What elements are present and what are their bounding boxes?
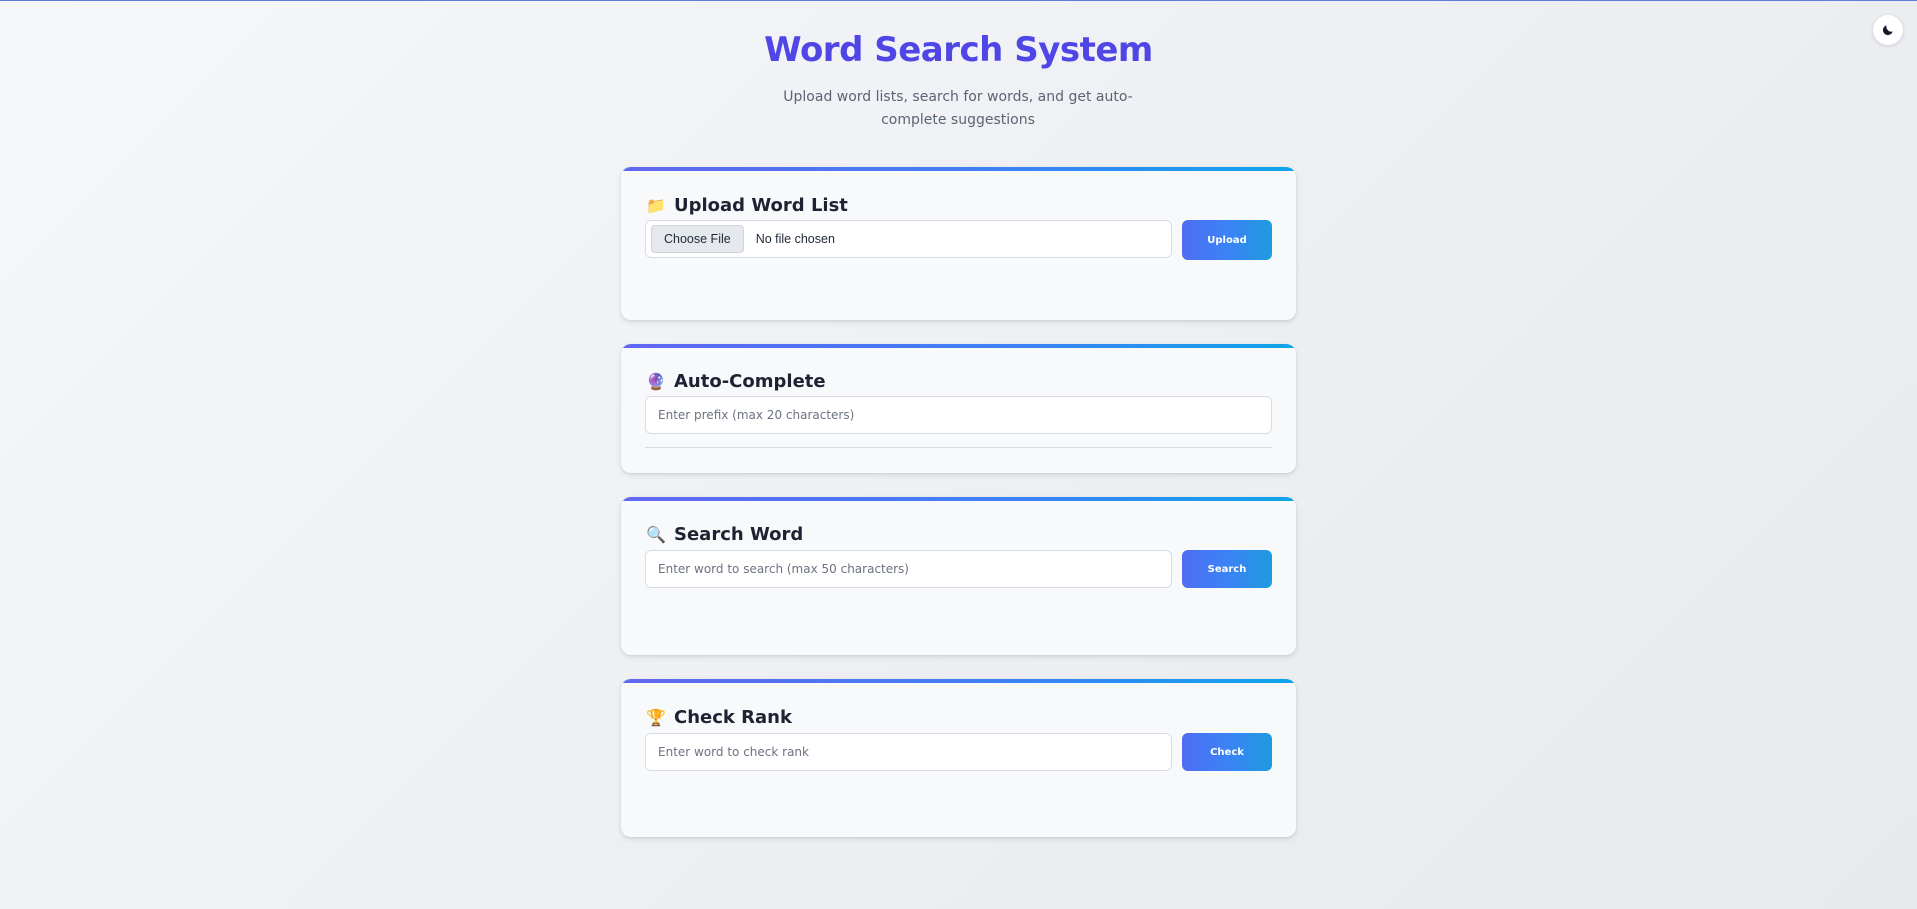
search-card-title: 🔍 Search Word <box>646 524 803 545</box>
upload-card-title: 📁 Upload Word List <box>646 195 848 216</box>
autocomplete-card: 🔮 Auto-Complete <box>621 344 1296 473</box>
prefix-field[interactable] <box>645 396 1272 434</box>
page-subtitle: Upload word lists, search for words, and… <box>783 89 1133 128</box>
trophy-icon: 🏆 <box>646 707 666 727</box>
upload-button[interactable]: Upload <box>1182 220 1272 260</box>
suggestions-divider <box>645 447 1272 448</box>
choose-file-button[interactable]: Choose File <box>651 225 744 253</box>
upload-card-title-text: Upload Word List <box>674 195 848 216</box>
search-input[interactable] <box>646 562 1171 576</box>
search-card-title-text: Search Word <box>674 524 804 545</box>
rank-card: 🏆 Check Rank Check <box>621 679 1296 837</box>
top-accent-line <box>0 0 1917 1</box>
crystal-ball-icon: 🔮 <box>646 371 666 391</box>
file-status: No file chosen <box>755 232 835 246</box>
file-input[interactable]: Choose File No file chosen <box>645 220 1172 258</box>
search-field[interactable] <box>645 550 1172 588</box>
check-button[interactable]: Check <box>1182 733 1272 771</box>
page-title: Word Search System <box>764 30 1153 70</box>
folder-icon: 📁 <box>646 195 666 215</box>
rank-field[interactable] <box>645 733 1172 771</box>
magnifier-icon: 🔍 <box>646 524 666 544</box>
autocomplete-card-title: 🔮 Auto-Complete <box>646 371 826 392</box>
rank-card-title-text: Check Rank <box>674 707 792 728</box>
search-button[interactable]: Search <box>1182 550 1272 588</box>
rank-card-title: 🏆 Check Rank <box>646 707 792 728</box>
search-card: 🔍 Search Word Search <box>621 497 1296 655</box>
upload-card: 📁 Upload Word List Choose File No file c… <box>621 167 1296 320</box>
autocomplete-card-title-text: Auto-Complete <box>674 371 826 392</box>
rank-input[interactable] <box>646 745 1171 759</box>
prefix-input[interactable] <box>646 408 1271 422</box>
